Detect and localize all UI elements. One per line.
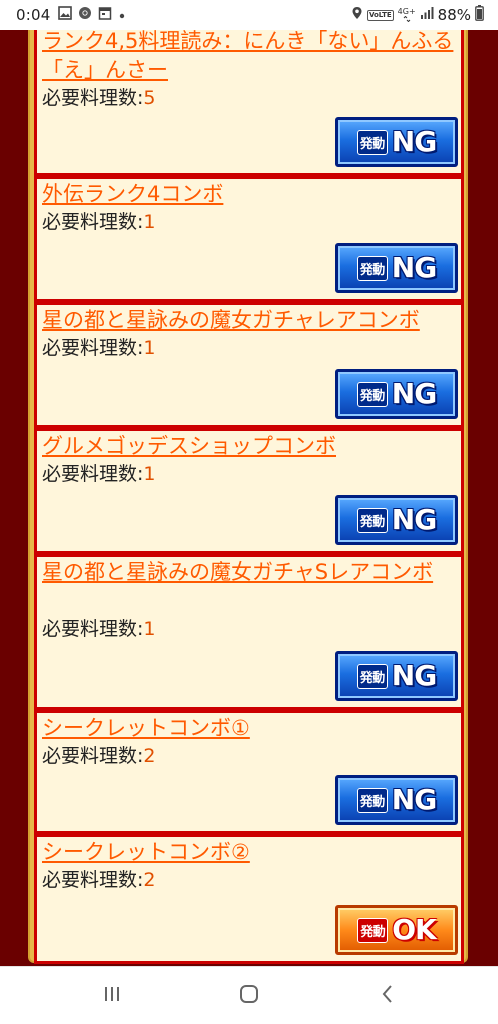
combo-list-page: ランク4,5料理読み：にんき「ない」んふる「え」んさー 必要料理数:5 発動 NG 外伝… xyxy=(0,30,498,966)
activation-prefix: 発動 xyxy=(356,255,388,281)
required-dishes-label: 必要料理数: xyxy=(42,463,144,485)
activation-status: NG xyxy=(391,377,437,410)
activation-status: NG xyxy=(391,783,437,816)
required-dishes-value: 2 xyxy=(143,869,156,891)
required-dishes-value: 1 xyxy=(143,463,156,485)
activation-status: NG xyxy=(391,659,437,692)
signal-icon xyxy=(420,6,434,24)
combo-title-link[interactable]: 星の都と星詠みの魔女ガチャレアコンボ xyxy=(42,306,458,335)
combo-card: グルメゴッデスショップコンボ 必要料理数:1 発動 NG xyxy=(34,428,464,554)
required-dishes-label: 必要料理数: xyxy=(42,211,144,233)
network-type: 4G+ xyxy=(398,8,416,22)
battery-percent: 88% xyxy=(437,6,471,24)
activation-ng-button[interactable]: 発動 NG xyxy=(335,775,458,825)
combo-card: シークレットコンボ② 必要料理数:2 発動 OK xyxy=(34,834,464,964)
activation-ng-button[interactable]: 発動 NG xyxy=(335,651,458,701)
combo-title-link[interactable]: グルメゴッデスショップコンボ xyxy=(42,432,458,461)
recent-apps-icon xyxy=(102,985,122,1007)
calendar-icon xyxy=(98,6,112,24)
combo-card: 星の都と星詠みの魔女ガチャSレアコンボ 必要料理数:1 発動 NG xyxy=(34,554,464,710)
required-dishes-label: 必要料理数: xyxy=(42,337,144,359)
required-dishes-count: 必要料理数:1 xyxy=(42,335,156,361)
back-button[interactable] xyxy=(368,981,408,1011)
activation-ok-button[interactable]: 発動 OK xyxy=(335,905,458,955)
required-dishes-label: 必要料理数: xyxy=(42,618,144,640)
required-dishes-count: 必要料理数:2 xyxy=(42,867,156,893)
required-dishes-value: 1 xyxy=(143,618,156,640)
activation-prefix: 発動 xyxy=(356,787,388,813)
home-button[interactable] xyxy=(229,981,269,1011)
chrome-icon xyxy=(78,6,92,24)
required-dishes-label: 必要料理数: xyxy=(42,87,144,109)
volte-badge: VoLTE xyxy=(366,9,394,21)
combo-card: ランク4,5料理読み：にんき「ない」んふる「え」んさー 必要料理数:5 発動 NG xyxy=(34,30,464,176)
activation-prefix: 発動 xyxy=(357,917,389,943)
home-icon xyxy=(238,983,260,1009)
navigation-bar xyxy=(0,966,498,1024)
gallery-icon xyxy=(58,6,73,24)
activation-prefix: 発動 xyxy=(356,507,388,533)
required-dishes-value: 5 xyxy=(143,87,156,109)
back-icon xyxy=(380,984,396,1008)
combo-title-link[interactable]: ランク4,5料理読み：にんき「ない」んふる「え」んさー xyxy=(42,30,458,85)
required-dishes-count: 必要料理数:1 xyxy=(42,461,156,487)
activation-status: NG xyxy=(391,125,437,158)
required-dishes-label: 必要料理数: xyxy=(42,869,144,891)
recent-apps-button[interactable] xyxy=(92,981,132,1011)
activation-ng-button[interactable]: 発動 NG xyxy=(335,369,458,419)
combo-card: 外伝ランク4コンボ 必要料理数:1 発動 NG xyxy=(34,176,464,302)
activation-prefix: 発動 xyxy=(356,381,388,407)
activation-ng-button[interactable]: 発動 NG xyxy=(335,243,458,293)
combo-title-link[interactable]: 外伝ランク4コンボ xyxy=(42,180,458,209)
activation-status: OK xyxy=(392,913,436,946)
activation-status: NG xyxy=(391,251,437,284)
battery-icon xyxy=(475,5,484,25)
notification-dot-icon xyxy=(118,6,126,24)
combo-title-link[interactable]: シークレットコンボ① xyxy=(42,714,458,743)
location-icon xyxy=(351,6,363,24)
activation-prefix: 発動 xyxy=(356,663,388,689)
required-dishes-label: 必要料理数: xyxy=(42,745,144,767)
required-dishes-count: 必要料理数:5 xyxy=(42,85,156,111)
combo-title-link[interactable]: 星の都と星詠みの魔女ガチャSレアコンボ xyxy=(42,558,458,587)
required-dishes-count: 必要料理数:2 xyxy=(42,743,156,769)
required-dishes-value: 1 xyxy=(143,337,156,359)
combo-card: 星の都と星詠みの魔女ガチャレアコンボ 必要料理数:1 発動 NG xyxy=(34,302,464,428)
required-dishes-value: 2 xyxy=(143,745,156,767)
required-dishes-value: 1 xyxy=(143,211,156,233)
activation-prefix: 発動 xyxy=(356,129,388,155)
activation-ng-button[interactable]: 発動 NG xyxy=(335,117,458,167)
required-dishes-count: 必要料理数:1 xyxy=(42,616,156,642)
status-bar: 0:04 VoLTE 4G+ 88% xyxy=(0,0,498,30)
activation-ng-button[interactable]: 発動 NG xyxy=(335,495,458,545)
status-time: 0:04 xyxy=(16,6,51,24)
combo-title-link[interactable]: シークレットコンボ② xyxy=(42,838,458,867)
combo-card: シークレットコンボ① 必要料理数:2 発動 NG xyxy=(34,710,464,834)
required-dishes-count: 必要料理数:1 xyxy=(42,209,156,235)
activation-status: NG xyxy=(391,503,437,536)
